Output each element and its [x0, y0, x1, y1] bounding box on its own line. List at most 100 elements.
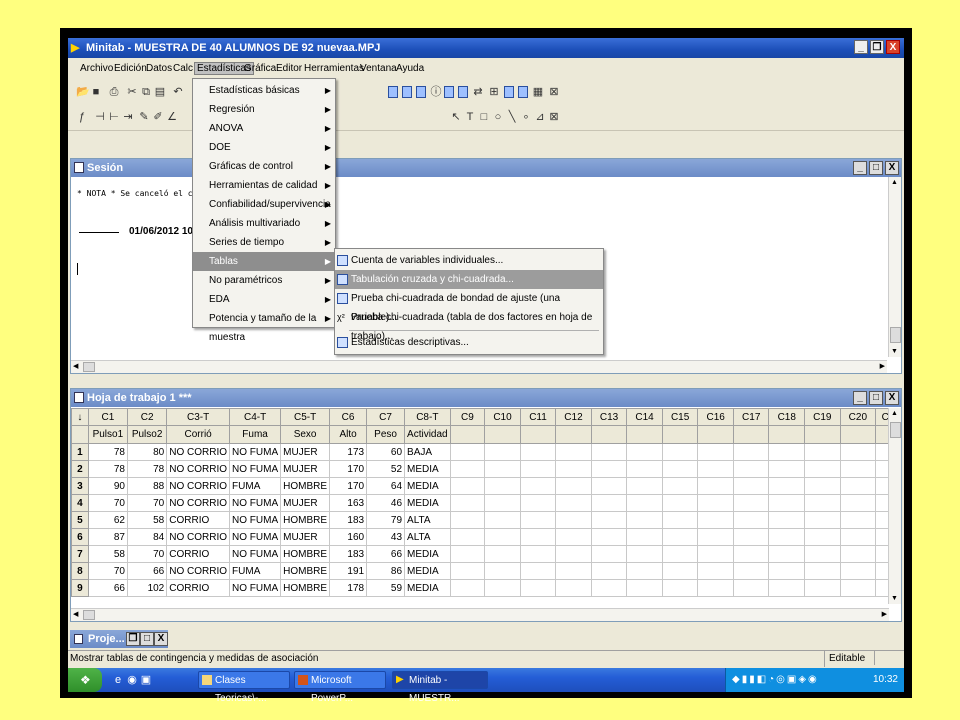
column-name[interactable]: Pulso2 — [126, 425, 168, 444]
column-name[interactable] — [626, 425, 663, 444]
worksheet-cell[interactable]: MEDIA — [404, 545, 451, 563]
worksheet-cell[interactable]: 64 — [366, 477, 406, 495]
worksheet-cell[interactable] — [626, 562, 663, 580]
worksheet-cell[interactable] — [732, 579, 770, 597]
worksheet-cell[interactable] — [839, 528, 877, 546]
worksheet-cell[interactable]: 160 — [329, 528, 368, 546]
worksheet-cell[interactable] — [732, 443, 770, 461]
scroll-down-icon[interactable]: ▼ — [891, 348, 898, 355]
worksheet-cell[interactable] — [449, 579, 486, 597]
worksheet-cell[interactable]: 66 — [126, 562, 168, 580]
worksheet-cell[interactable] — [484, 528, 521, 546]
worksheet-cell[interactable]: HOMBRE — [280, 511, 331, 529]
worksheet-cell[interactable] — [661, 545, 699, 563]
worksheet-cell[interactable]: MEDIA — [404, 460, 451, 478]
insert-col-icon[interactable]: ⊢ — [108, 111, 120, 123]
worksheet-cell[interactable]: 43 — [366, 528, 406, 546]
window-titlebar[interactable]: ▶ Minitab - MUESTRA DE 40 ALUMNOS DE 92 … — [68, 38, 904, 58]
worksheet-cell[interactable]: NO FUMA — [229, 579, 282, 597]
menu-editor[interactable]: Editor — [276, 63, 302, 74]
worksheet-cell[interactable] — [484, 545, 521, 563]
menu-item-stats[interactable]: Potencia y tamaño de la muestra ▶ — [193, 309, 335, 343]
worksheet-cell[interactable] — [590, 511, 628, 529]
worksheet-cell[interactable] — [555, 528, 592, 546]
worksheet-cell[interactable] — [449, 545, 486, 563]
undo-icon[interactable]: ↶ — [172, 86, 184, 98]
worksheet-cell[interactable] — [839, 579, 877, 597]
row-number[interactable]: 7 — [71, 545, 89, 563]
worksheet-cell[interactable] — [626, 528, 663, 546]
worksheet-cell[interactable] — [626, 477, 663, 495]
worksheet-cell[interactable] — [732, 511, 770, 529]
worksheet-cell[interactable]: MUJER — [280, 494, 331, 512]
worksheet-cell[interactable]: NO FUMA — [229, 511, 282, 529]
column-id[interactable]: C14 — [626, 408, 663, 426]
worksheet-cell[interactable] — [839, 562, 877, 580]
column-name[interactable]: Fuma — [229, 425, 282, 444]
worksheet-cell[interactable]: 70 — [126, 545, 168, 563]
worksheet-cell[interactable] — [519, 477, 557, 495]
menu-archivo[interactable]: Archivo — [80, 63, 113, 74]
cut-icon[interactable]: ✂ — [126, 86, 138, 98]
worksheet-cell[interactable] — [590, 443, 628, 461]
column-id[interactable]: C9 — [449, 408, 486, 426]
worksheet-cell[interactable] — [590, 494, 628, 512]
menu-item-tablas[interactable]: Estadísticas descriptivas... — [335, 333, 603, 352]
project-restore-button[interactable]: ❐ — [126, 632, 140, 646]
worksheet-grid[interactable]: ↓ C1 C2 C3-T C4-T C5-T C6 C7 C8-T C9 C10 C11 C12 C13 C… — [71, 408, 901, 597]
worksheet-cell[interactable]: 80 — [126, 443, 168, 461]
worksheet-cell[interactable] — [555, 443, 592, 461]
project-manager-icon[interactable] — [504, 86, 514, 98]
worksheet-cell[interactable]: 84 — [126, 528, 168, 546]
column-id[interactable]: C6 — [329, 408, 368, 426]
menu-ventana[interactable]: Ventana — [360, 63, 397, 74]
ws-scroll-up-icon[interactable]: ▲ — [891, 410, 898, 417]
menu-item-stats[interactable]: Análisis multivariado ▶ — [193, 214, 335, 233]
worksheet-cell[interactable] — [732, 494, 770, 512]
column-id[interactable]: C8-T — [404, 408, 451, 426]
menu-ayuda[interactable]: Ayuda — [396, 63, 424, 74]
scroll-thumb[interactable] — [890, 327, 901, 343]
tray-icons[interactable]: ◆▮▮◧◔◎▣◈◉ — [732, 674, 819, 685]
session-window-icon[interactable] — [388, 86, 398, 98]
worksheet-cell[interactable] — [839, 477, 877, 495]
column-id[interactable]: C13 — [590, 408, 628, 426]
data-direction-arrow[interactable]: ↓ — [71, 408, 89, 426]
menu-item-stats[interactable]: ANOVA ▶ — [193, 119, 335, 138]
menu-item-stats[interactable]: Regresión ▶ — [193, 100, 335, 119]
menu-herramientas[interactable]: Herramientas — [304, 63, 364, 74]
worksheet-cell[interactable] — [697, 460, 734, 478]
row-number[interactable]: 3 — [71, 477, 89, 495]
worksheet-cell[interactable]: 58 — [126, 511, 168, 529]
worksheet-cell[interactable]: 88 — [126, 477, 168, 495]
column-name[interactable]: Sexo — [280, 425, 331, 444]
worksheet-cell[interactable] — [555, 460, 592, 478]
worksheet-cell[interactable]: HOMBRE — [280, 579, 331, 597]
worksheet-cell[interactable]: 70 — [126, 494, 168, 512]
worksheet-cell[interactable] — [555, 477, 592, 495]
row-number[interactable]: 6 — [71, 528, 89, 546]
worksheet-cell[interactable]: 163 — [329, 494, 368, 512]
worksheet-cell[interactable] — [449, 494, 486, 512]
worksheet-cell[interactable] — [555, 562, 592, 580]
worksheet-cell[interactable] — [590, 545, 628, 563]
worksheet-cell[interactable] — [697, 494, 734, 512]
worksheet-cell[interactable] — [804, 494, 841, 512]
worksheet-cell[interactable]: NO CORRIO — [166, 528, 231, 546]
worksheet-cell[interactable] — [626, 511, 663, 529]
worksheet-cell[interactable]: NO CORRIO — [166, 443, 231, 461]
worksheet-cell[interactable] — [626, 545, 663, 563]
formula-icon[interactable]: ƒ — [76, 111, 88, 123]
worksheet-cell[interactable] — [804, 579, 841, 597]
worksheet-cell[interactable] — [661, 477, 699, 495]
quicklaunch-desktop-icon[interactable]: ▣ — [140, 674, 152, 686]
cascade-icon[interactable] — [518, 86, 528, 98]
worksheet-cell[interactable] — [626, 494, 663, 512]
worksheet-cell[interactable] — [519, 562, 557, 580]
worksheet-cell[interactable]: HOMBRE — [280, 562, 331, 580]
worksheet-cell[interactable] — [661, 528, 699, 546]
column-id[interactable]: C17 — [732, 408, 770, 426]
column-name[interactable] — [555, 425, 592, 444]
menu-item-stats[interactable]: Tablas ▶ — [193, 252, 335, 271]
worksheet-cell[interactable]: 46 — [366, 494, 406, 512]
